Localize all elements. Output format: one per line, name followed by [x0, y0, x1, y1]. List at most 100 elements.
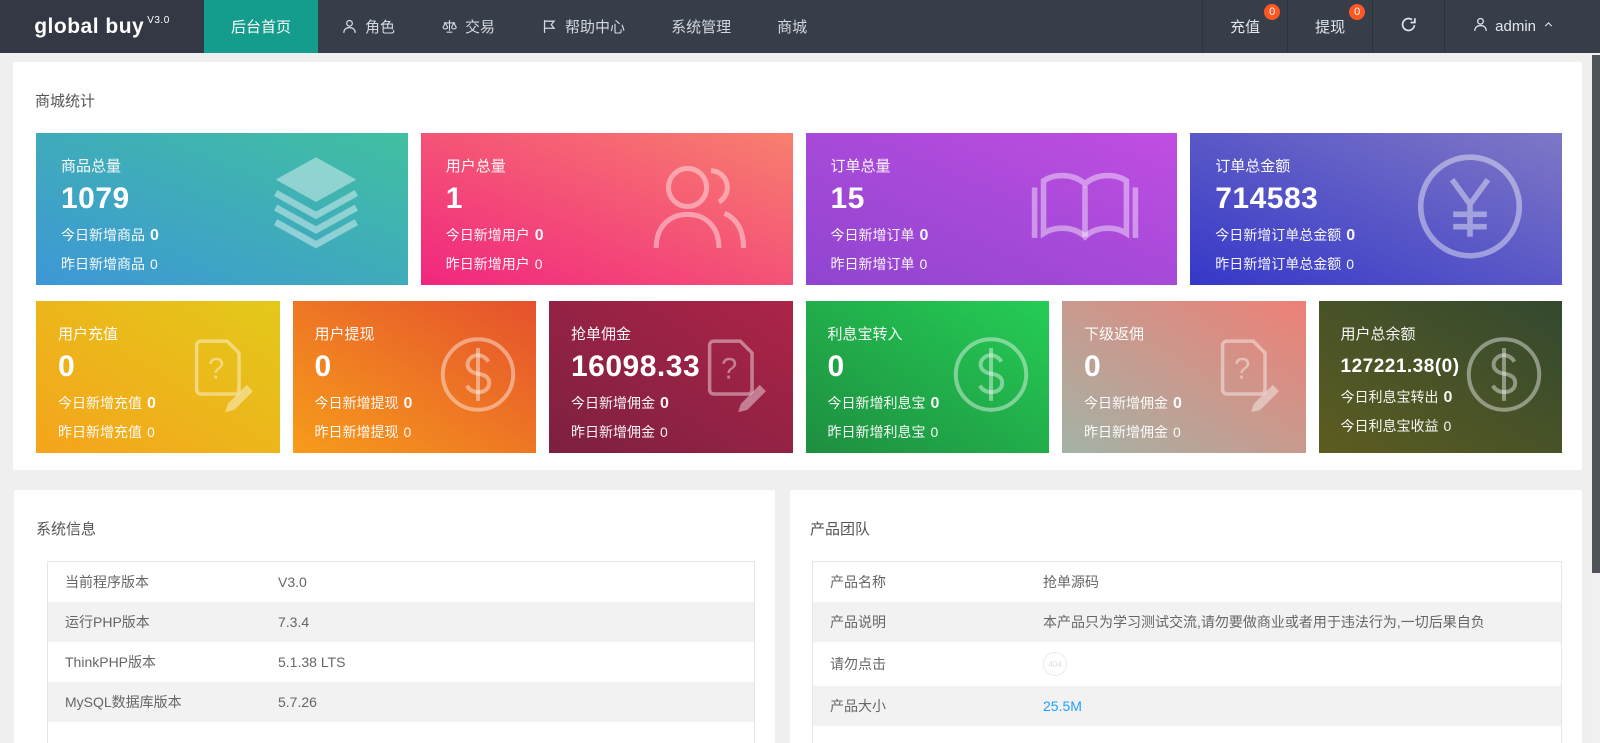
product-team-title: 产品团队 [790, 490, 1582, 539]
row-label: 产品大小 [813, 686, 1031, 726]
stat-card: 下级返佣0今日新增佣金0昨日新增佣金0? [1062, 301, 1306, 453]
nav-item-label: 交易 [465, 16, 495, 37]
card-today-value: 0 [1346, 227, 1355, 244]
table-row: 当前程序版本V3.0 [48, 562, 754, 602]
card-today-value: 0 [535, 227, 544, 244]
table-row: MySQL数据库版本5.7.26 [48, 682, 754, 722]
nav-item-1[interactable]: 角色 [318, 0, 418, 53]
card-yesterday-value: 0 [404, 424, 412, 440]
card-yesterday-value: 0 [660, 424, 668, 440]
card-yesterday-value: 0 [920, 256, 928, 272]
refresh-button[interactable] [1372, 0, 1444, 53]
card-today-value: 0 [931, 395, 940, 412]
stats-row-1: 商品总量1079今日新增商品0昨日新增商品0用户总量1今日新增用户0昨日新增用户… [36, 133, 1562, 285]
doc-icon: ? [182, 335, 262, 420]
do-not-click-badge[interactable]: 404 [1043, 652, 1067, 676]
system-info-panel: 系统信息 当前程序版本V3.0运行PHP版本 7.3.4 ThinkPHP版本5.1… [14, 490, 775, 743]
nav-item-label: 后台首页 [231, 16, 291, 37]
action-0[interactable]: 充值0 [1202, 0, 1287, 53]
nav-item-5[interactable]: 商城 [754, 0, 830, 53]
card-yesterday-value: 0 [150, 256, 158, 272]
user-menu[interactable]: admin [1444, 0, 1582, 53]
doc-icon: ? [695, 335, 775, 420]
card-today-value: 0 [150, 227, 159, 244]
stat-card: 用户总余额127221.38(0)今日利息宝转出0今日利息宝收益0 [1319, 301, 1563, 453]
scrollbar-thumb[interactable] [1592, 55, 1600, 573]
table-row: ThinkPHP版本5.1.38 LTS [48, 642, 754, 682]
svg-text:?: ? [207, 354, 223, 386]
stat-card: 用户总量1今日新增用户0昨日新增用户0 [421, 133, 793, 285]
table-row: 产品说明本产品只为学习测试交流,请勿要做商业或者用于违法行为,一切后果自负 [813, 602, 1561, 642]
row-value: 本产品只为学习测试交流,请勿要做商业或者用于违法行为,一切后果自负 [1043, 614, 1485, 630]
row-label: 产品名称 [813, 562, 1031, 602]
stats-title: 商城统计 [13, 62, 1582, 111]
book-icon [1029, 151, 1141, 268]
product-team-table: 产品名称抢单源码产品说明本产品只为学习测试交流,请勿要做商业或者用于违法行为,一… [812, 561, 1562, 743]
stat-card: 抢单佣金16098.33今日新增佣金0昨日新增佣金0? [549, 301, 793, 453]
action-1[interactable]: 提现0 [1287, 0, 1372, 53]
table-row-partial [48, 722, 754, 743]
scale-icon [441, 18, 458, 35]
row-label: 运行PHP版本 [48, 602, 266, 642]
card-today-value: 0 [1173, 395, 1182, 412]
system-info-table: 当前程序版本V3.0运行PHP版本 7.3.4 ThinkPHP版本5.1.38 L… [47, 561, 755, 743]
user-icon [341, 18, 358, 35]
stats-row-2: 用户充值0今日新增充值0昨日新增充值0?用户提现0今日新增提现0昨日新增提现0抢… [36, 301, 1562, 453]
nav-item-label: 帮助中心 [565, 16, 625, 37]
stat-card: 用户提现0今日新增提现0昨日新增提现0 [293, 301, 537, 453]
action-label: 提现 [1315, 16, 1345, 37]
card-yesterday-line: 昨日新增提现0 [315, 422, 537, 442]
row-value-link[interactable]: 25.5M [1043, 698, 1082, 714]
row-label: 请勿点击 [813, 644, 1031, 684]
nav-item-4[interactable]: 系统管理 [648, 0, 754, 53]
stat-card: 订单总量15今日新增订单0昨日新增订单0 [806, 133, 1178, 285]
dollar-icon [1464, 335, 1544, 420]
product-team-panel: 产品团队 产品名称抢单源码产品说明本产品只为学习测试交流,请勿要做商业或者用于违… [790, 490, 1582, 743]
refresh-icon [1400, 16, 1417, 37]
dollar-icon [438, 335, 518, 420]
app-logo: global buy V3.0 [0, 0, 204, 53]
table-row: 请勿点击 404 [813, 642, 1561, 686]
nav-item-3[interactable]: 帮助中心 [518, 0, 648, 53]
card-yesterday-value: 0 [1444, 418, 1452, 434]
notification-badge: 0 [1264, 4, 1280, 20]
main-menu: 后台首页 角色 交易 帮助中心 系统管理 商城 [204, 0, 830, 53]
table-row: 产品名称抢单源码 [813, 562, 1561, 602]
row-value: 5.7.26 [278, 694, 317, 710]
card-yesterday-value: 0 [1173, 424, 1181, 440]
table-row: 产品大小 25.5M [813, 686, 1561, 726]
action-label: 充值 [1230, 16, 1260, 37]
svg-text:?: ? [1233, 354, 1249, 386]
yen-icon [1414, 151, 1526, 268]
doc-icon: ? [1208, 335, 1288, 420]
svg-text:?: ? [720, 354, 736, 386]
card-yesterday-line: 昨日新增佣金0 [571, 422, 793, 442]
username: admin [1495, 18, 1536, 35]
card-yesterday-value: 0 [535, 256, 543, 272]
navbar-right: 充值0提现0 admin [1202, 0, 1600, 53]
table-row: 运行PHP版本 7.3.4 [48, 602, 754, 642]
card-today-value: 0 [920, 227, 929, 244]
stat-card: 用户充值0今日新增充值0昨日新增充值0? [36, 301, 280, 453]
card-yesterday-line: 昨日新增佣金0 [1084, 422, 1306, 442]
row-value: 7.3.4 [278, 614, 309, 630]
card-yesterday-value: 0 [1346, 256, 1354, 272]
stat-card: 利息宝转入0今日新增利息宝0昨日新增利息宝0 [806, 301, 1050, 453]
row-value: 抢单源码 [1043, 574, 1099, 590]
row-label: 产品说明 [813, 602, 1031, 642]
chevron-up-icon [1542, 18, 1555, 35]
system-info-title: 系统信息 [14, 490, 775, 539]
notification-badge: 0 [1349, 4, 1365, 20]
flag-icon [541, 18, 558, 35]
card-today-value: 0 [660, 395, 669, 412]
nav-item-0[interactable]: 后台首页 [204, 0, 318, 53]
card-yesterday-value: 0 [931, 424, 939, 440]
nav-item-label: 系统管理 [671, 16, 731, 37]
navbar-actions: 充值0提现0 [1202, 0, 1372, 53]
stat-card: 商品总量1079今日新增商品0昨日新增商品0 [36, 133, 408, 285]
users-icon [645, 151, 757, 268]
user-icon [1472, 16, 1489, 37]
nav-item-2[interactable]: 交易 [418, 0, 518, 53]
table-row-partial [813, 726, 1561, 743]
row-label: 当前程序版本 [48, 562, 266, 602]
